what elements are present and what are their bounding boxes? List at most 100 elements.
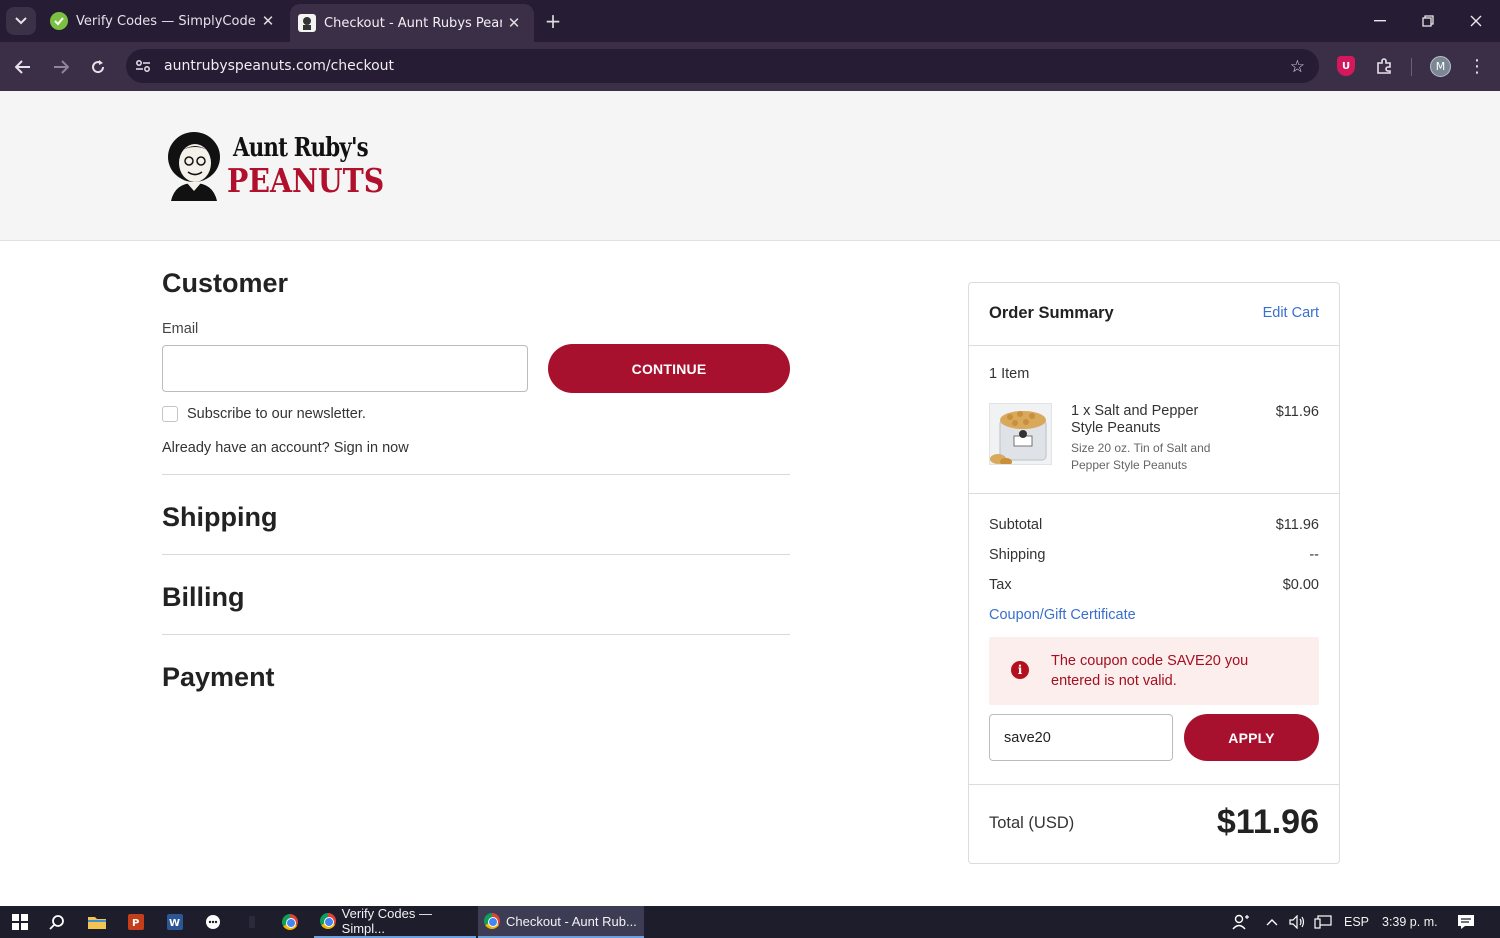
- toolbar-separator: [1411, 58, 1412, 76]
- aunt-rubys-favicon-icon: [298, 14, 316, 32]
- order-summary-title: Order Summary: [989, 304, 1114, 322]
- error-line1: The coupon code SAVE20 you: [1051, 653, 1249, 669]
- coupon-error-message: The coupon code SAVE20 you entered is no…: [1051, 651, 1301, 691]
- shipping-section-title: Shipping: [162, 502, 278, 532]
- address-bar[interactable]: auntrubyspeanuts.com/checkout ☆: [126, 49, 1319, 83]
- reload-icon[interactable]: [83, 52, 113, 82]
- shipping-label: Shipping: [989, 547, 1046, 563]
- section-divider: [162, 474, 790, 475]
- extensions-puzzle-icon[interactable]: [1372, 54, 1396, 78]
- browser-tab-simplycodes[interactable]: Verify Codes — SimplyCodes ✕: [44, 0, 288, 42]
- simplycodes-favicon-icon: [50, 12, 68, 30]
- input-language[interactable]: ESP: [1344, 906, 1369, 938]
- browser-tab-checkout[interactable]: Checkout - Aunt Rubys Peanuts ✕: [290, 4, 534, 42]
- coupon-error-alert: i The coupon code SAVE20 you entered is …: [989, 637, 1319, 705]
- tab-title: Verify Codes — SimplyCodes: [76, 13, 256, 29]
- email-input[interactable]: [162, 345, 528, 392]
- aunt-ruby-portrait-icon: [168, 132, 220, 201]
- aunt-rubys-logo[interactable]: Aunt Ruby's PEANUTS: [165, 131, 384, 203]
- forward-arrow-icon[interactable]: [46, 52, 76, 82]
- product-name: 1 x Salt and Pepper Style Peanuts: [1071, 403, 1198, 437]
- order-summary-panel: Order Summary Edit Cart 1 Item 1 x Salt …: [968, 282, 1340, 864]
- chevron-down-icon: [15, 17, 27, 25]
- pinned-app-icon[interactable]: [240, 910, 264, 934]
- email-label: Email: [162, 321, 199, 337]
- close-window-icon[interactable]: [1452, 0, 1500, 42]
- restore-window-icon[interactable]: [1404, 0, 1452, 42]
- network-icon[interactable]: [1314, 906, 1332, 938]
- search-icon[interactable]: [45, 910, 69, 934]
- apply-coupon-button[interactable]: APPLY: [1184, 714, 1319, 761]
- error-line2: entered is not valid.: [1051, 673, 1177, 689]
- close-tab-icon[interactable]: ✕: [502, 14, 526, 32]
- svg-text:W: W: [169, 918, 180, 929]
- new-tab-button[interactable]: +: [540, 8, 566, 34]
- total-label: Total (USD): [989, 814, 1075, 832]
- site-header: Aunt Ruby's PEANUTS: [0, 91, 1500, 241]
- profile-avatar[interactable]: M: [1430, 56, 1451, 77]
- customer-section-title: Customer: [162, 268, 289, 298]
- coupon-gift-certificate-link[interactable]: Coupon/Gift Certificate: [989, 607, 1136, 623]
- subtotal-value: $11.96: [1275, 517, 1319, 533]
- svg-text:P: P: [132, 918, 139, 929]
- taskbar-app-label: Checkout - Aunt Rub...: [506, 913, 637, 929]
- coupon-code-input[interactable]: [989, 714, 1173, 761]
- tab-title: Checkout - Aunt Rubys Peanuts: [324, 15, 502, 31]
- show-hidden-icons-chevron-icon[interactable]: [1266, 906, 1278, 938]
- product-price: $11.96: [1275, 404, 1319, 420]
- section-divider: [162, 634, 790, 635]
- minimize-window-icon[interactable]: [1356, 0, 1404, 42]
- item-count: 1 Item: [989, 366, 1030, 382]
- chrome-icon: [484, 913, 500, 929]
- sign-in-link[interactable]: Sign in now: [334, 440, 409, 456]
- word-icon[interactable]: W: [163, 910, 187, 934]
- product-desc-line1: Size 20 oz. Tin of Salt and: [1071, 441, 1211, 455]
- error-info-icon: i: [1011, 661, 1029, 679]
- close-tab-icon[interactable]: ✕: [256, 12, 280, 30]
- taskbar-app-checkout[interactable]: Checkout - Aunt Rub...: [478, 906, 644, 938]
- logo-text-peanuts: PEANUTS: [227, 161, 385, 200]
- windows-start-icon[interactable]: [8, 910, 32, 934]
- logo-text-aunt-rubys: Aunt Ruby's: [233, 133, 369, 163]
- extension-badge: U: [1341, 60, 1351, 72]
- continue-button[interactable]: CONTINUE: [548, 344, 790, 393]
- product-desc-line2: Pepper Style Peanuts: [1071, 458, 1188, 472]
- total-amount: $11.96: [1216, 803, 1319, 841]
- volume-icon[interactable]: [1289, 906, 1307, 938]
- edit-cart-link[interactable]: Edit Cart: [1263, 305, 1319, 321]
- url-text: auntrubyspeanuts.com/checkout: [164, 58, 395, 74]
- product-name-line2: Style Peanuts: [1071, 420, 1161, 436]
- browser-toolbar: auntrubyspeanuts.com/checkout ☆ U M ⋮: [0, 42, 1500, 91]
- ublock-extension-icon[interactable]: U: [1337, 56, 1355, 76]
- file-explorer-icon[interactable]: [85, 910, 109, 934]
- tax-label: Tax: [989, 577, 1012, 593]
- taskbar-app-label: Verify Codes — Simpl...: [341, 906, 432, 936]
- browser-menu-icon[interactable]: ⋮: [1466, 54, 1488, 78]
- newsletter-label[interactable]: Subscribe to our newsletter.: [187, 406, 366, 422]
- product-thumbnail: [989, 403, 1052, 465]
- summary-divider: [969, 493, 1339, 494]
- powerpoint-icon[interactable]: P: [124, 910, 148, 934]
- site-info-icon[interactable]: [126, 49, 160, 83]
- profile-initial: M: [1435, 60, 1446, 73]
- chat-app-icon[interactable]: [201, 910, 225, 934]
- peanut-tin-image: [990, 404, 1051, 464]
- summary-divider: [969, 784, 1339, 785]
- subtotal-label: Subtotal: [989, 517, 1043, 533]
- account-prompt: Already have an account? Sign in now: [162, 440, 409, 456]
- chrome-icon: [320, 913, 336, 929]
- bookmark-star-icon[interactable]: ☆: [1290, 57, 1305, 77]
- product-description: Size 20 oz. Tin of Salt and Pepper Style…: [1071, 440, 1210, 474]
- taskbar-app-verify-codes[interactable]: Verify Codes — Simpl...: [314, 906, 476, 938]
- newsletter-checkbox[interactable]: [162, 406, 178, 422]
- tab-search-button[interactable]: [6, 7, 36, 35]
- payment-section-title: Payment: [162, 662, 275, 692]
- chrome-pinned-icon[interactable]: [278, 910, 302, 934]
- notifications-icon[interactable]: [1457, 906, 1475, 938]
- back-arrow-icon[interactable]: [8, 52, 38, 82]
- section-divider: [162, 554, 790, 555]
- billing-section-title: Billing: [162, 582, 245, 612]
- system-clock[interactable]: 3:39 p. m.: [1382, 906, 1438, 938]
- browser-tab-bar: Verify Codes — SimplyCodes ✕ Checkout - …: [0, 0, 1500, 42]
- people-icon[interactable]: [1232, 906, 1250, 938]
